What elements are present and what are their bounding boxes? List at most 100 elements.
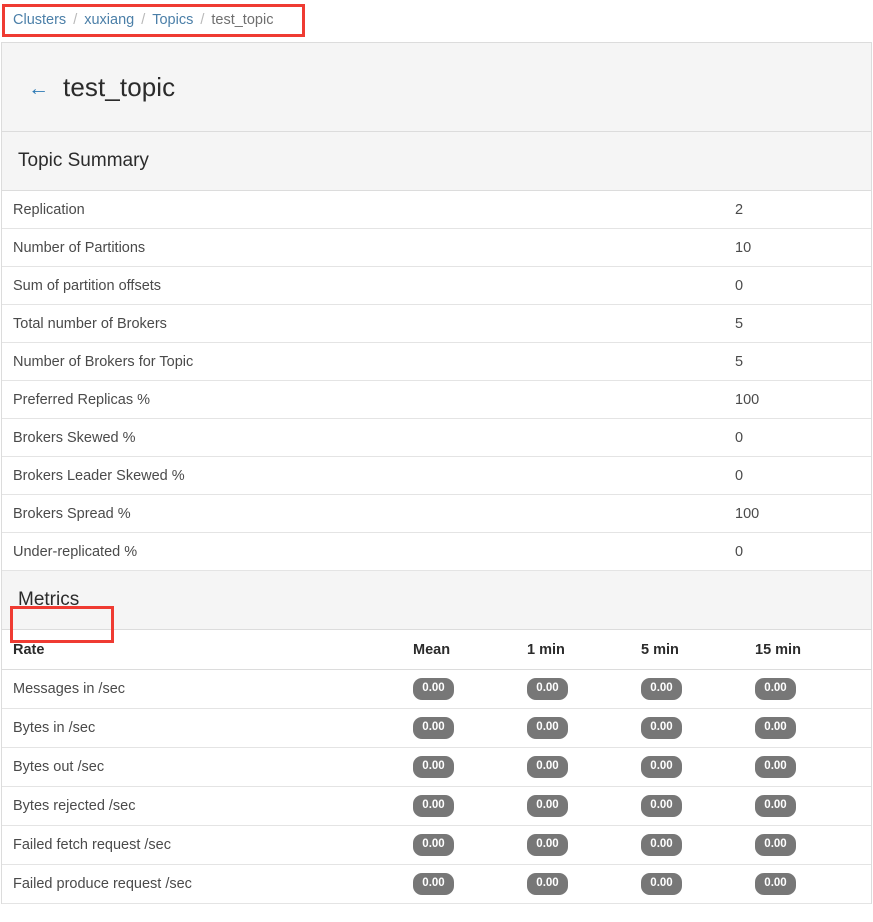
- breadcrumb-item-test-topic: test_topic: [211, 12, 274, 28]
- metrics-cell-mean: 0.00: [413, 747, 527, 787]
- summary-row-value: 0: [735, 532, 871, 571]
- summary-row-label: Number of Brokers for Topic: [2, 342, 735, 381]
- metric-value-badge: 0.00: [413, 794, 454, 818]
- breadcrumb-item-topics[interactable]: Topics: [152, 12, 193, 28]
- summary-row-label: Total number of Brokers: [2, 304, 735, 343]
- table-row: Brokers Skewed % 0: [2, 418, 871, 457]
- metrics-cell-m5: 0.00: [641, 708, 755, 748]
- summary-row-label: Under-replicated %: [2, 532, 735, 571]
- summary-row-value: 100: [735, 494, 871, 533]
- metric-value-badge: 0.00: [755, 872, 796, 896]
- metric-value-badge: 0.00: [413, 755, 454, 779]
- metrics-cell-m5: 0.00: [641, 669, 755, 709]
- table-row: Brokers Leader Skewed % 0: [2, 456, 871, 495]
- topic-summary-header: Topic Summary: [2, 132, 871, 191]
- summary-row-value: 0: [735, 418, 871, 457]
- table-row: Brokers Spread % 100: [2, 494, 871, 533]
- metrics-column-header-mean: Mean: [413, 630, 527, 670]
- metrics-cell-m5: 0.00: [641, 825, 755, 865]
- metric-value-badge: 0.00: [641, 677, 682, 701]
- metrics-column-header-rate: Rate: [2, 630, 413, 670]
- metrics-cell-m15: 0.00: [755, 669, 871, 709]
- metrics-cell-m5: 0.00: [641, 747, 755, 787]
- metrics-column-header-5-min: 5 min: [641, 630, 755, 670]
- table-row: Under-replicated % 0: [2, 532, 871, 571]
- metrics-cell-m1: 0.00: [527, 747, 641, 787]
- metric-value-badge: 0.00: [641, 716, 682, 740]
- summary-row-value: 5: [735, 342, 871, 381]
- metrics-cell-mean: 0.00: [413, 786, 527, 826]
- metrics-column-header-15-min: 15 min: [755, 630, 871, 670]
- topic-summary-title: Topic Summary: [18, 150, 149, 171]
- table-row: Number of Partitions 10: [2, 228, 871, 267]
- metric-value-badge: 0.00: [527, 833, 568, 857]
- metric-value-badge: 0.00: [413, 833, 454, 857]
- metrics-row-label: Bytes rejected /sec: [2, 786, 413, 826]
- topic-summary-table: Replication 2 Number of Partitions 10 Sum of…: [2, 191, 871, 571]
- breadcrumb-bar: Clusters / xuxiang / Topics / test_topic: [0, 0, 873, 42]
- metric-value-badge: 0.00: [527, 677, 568, 701]
- metrics-row-label: Messages in /sec: [2, 669, 413, 709]
- breadcrumb: Clusters / xuxiang / Topics / test_topic: [13, 10, 273, 30]
- table-row: Failed produce request /sec 0.00 0.00 0.00 0…: [2, 864, 871, 904]
- back-arrow-icon[interactable]: ←: [28, 78, 49, 99]
- metric-value-badge: 0.00: [413, 716, 454, 740]
- summary-row-label: Sum of partition offsets: [2, 266, 735, 305]
- metrics-cell-mean: 0.00: [413, 825, 527, 865]
- summary-row-value: 0: [735, 266, 871, 305]
- metrics-cell-m1: 0.00: [527, 669, 641, 709]
- breadcrumb-separator: /: [73, 12, 78, 28]
- metrics-cell-mean: 0.00: [413, 669, 527, 709]
- metrics-title: Metrics: [18, 589, 80, 610]
- summary-row-label: Brokers Spread %: [2, 494, 735, 533]
- metric-value-badge: 0.00: [527, 716, 568, 740]
- metric-value-badge: 0.00: [641, 833, 682, 857]
- metrics-cell-m1: 0.00: [527, 864, 641, 904]
- topic-detail-card: ← test_topic Topic Summary Replication 2 N…: [1, 42, 872, 904]
- metrics-row-label: Bytes in /sec: [2, 708, 413, 748]
- metrics-cell-m15: 0.00: [755, 825, 871, 865]
- page-title: test_topic: [63, 71, 176, 102]
- metrics-cell-m1: 0.00: [527, 708, 641, 748]
- summary-row-value: 5: [735, 304, 871, 343]
- summary-row-label: Brokers Skewed %: [2, 418, 735, 457]
- metrics-cell-mean: 0.00: [413, 864, 527, 904]
- table-row: Number of Brokers for Topic 5: [2, 342, 871, 381]
- table-row: Replication 2: [2, 191, 871, 229]
- breadcrumb-item-xuxiang[interactable]: xuxiang: [84, 12, 134, 28]
- breadcrumb-item-clusters[interactable]: Clusters: [13, 12, 66, 28]
- summary-row-label: Preferred Replicas %: [2, 380, 735, 419]
- metrics-cell-m15: 0.00: [755, 786, 871, 826]
- metric-value-badge: 0.00: [527, 794, 568, 818]
- summary-row-value: 10: [735, 228, 871, 267]
- metric-value-badge: 0.00: [641, 794, 682, 818]
- metric-value-badge: 0.00: [641, 872, 682, 896]
- metrics-cell-m1: 0.00: [527, 786, 641, 826]
- summary-row-label: Replication: [2, 191, 735, 229]
- metrics-row-label: Failed fetch request /sec: [2, 825, 413, 865]
- summary-row-label: Brokers Leader Skewed %: [2, 456, 735, 495]
- summary-row-value: 100: [735, 380, 871, 419]
- metrics-cell-m5: 0.00: [641, 864, 755, 904]
- metrics-cell-mean: 0.00: [413, 708, 527, 748]
- metric-value-badge: 0.00: [413, 677, 454, 701]
- metric-value-badge: 0.00: [755, 794, 796, 818]
- metric-value-badge: 0.00: [413, 872, 454, 896]
- metrics-cell-m5: 0.00: [641, 786, 755, 826]
- metrics-table-header-row: Rate Mean 1 min 5 min 15 min: [2, 630, 871, 670]
- summary-row-value: 2: [735, 191, 871, 229]
- metrics-column-header-1-min: 1 min: [527, 630, 641, 670]
- table-row: Bytes in /sec 0.00 0.00 0.00 0.00: [2, 708, 871, 748]
- metrics-table: Rate Mean 1 min 5 min 15 min Messages in /se…: [2, 630, 871, 904]
- metrics-cell-m15: 0.00: [755, 708, 871, 748]
- table-row: Messages in /sec 0.00 0.00 0.00 0.00: [2, 669, 871, 709]
- metric-value-badge: 0.00: [755, 716, 796, 740]
- metrics-row-label: Failed produce request /sec: [2, 864, 413, 904]
- metric-value-badge: 0.00: [755, 677, 796, 701]
- page-header: ← test_topic: [2, 43, 871, 132]
- metrics-header: Metrics: [2, 571, 871, 630]
- table-row: Sum of partition offsets 0: [2, 266, 871, 305]
- table-row: Preferred Replicas % 100: [2, 380, 871, 419]
- metrics-cell-m15: 0.00: [755, 747, 871, 787]
- table-row: Failed fetch request /sec 0.00 0.00 0.00 0.0…: [2, 825, 871, 865]
